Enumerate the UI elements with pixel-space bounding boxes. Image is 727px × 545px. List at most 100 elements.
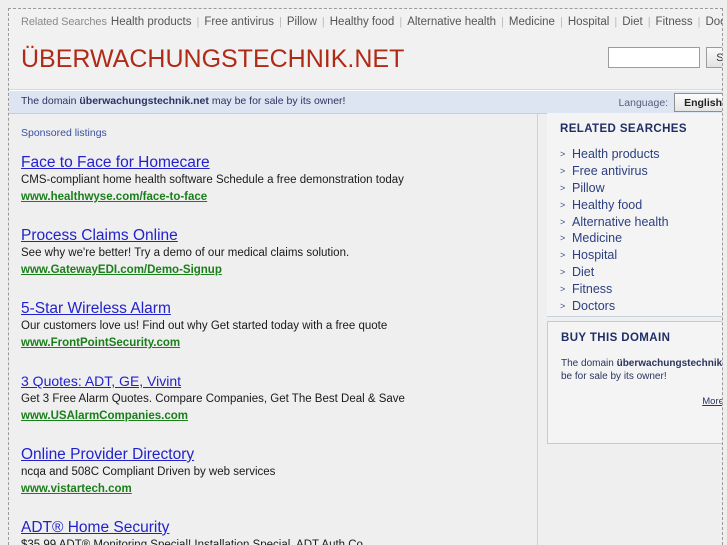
sponsored-listing: 3 Quotes: ADT, GE, Vivint Get 3 Free Alar… — [21, 372, 527, 424]
related-search-item[interactable]: ˃ Doctors — [560, 298, 722, 315]
related-search-link[interactable]: Alternative health — [572, 215, 669, 229]
chevron-bullet-icon: ˃ — [560, 149, 566, 159]
top-nav-link-diet[interactable]: Diet — [621, 16, 643, 28]
banner-domain-name: überwachungstechnik.net — [79, 95, 209, 107]
top-nav-link-healthy-food[interactable]: Healthy food — [329, 16, 396, 28]
buy-domain-text: The domain überwachungstechnik.net may b… — [561, 357, 723, 383]
top-nav-link-hospital[interactable]: Hospital — [567, 16, 611, 28]
listing-title-link[interactable]: ADT® Home Security — [21, 518, 169, 537]
listing-title-link[interactable]: Process Claims Online — [21, 226, 178, 245]
related-search-item[interactable]: ˃ Healthy food — [560, 197, 722, 214]
related-search-item[interactable]: ˃ Pillow — [560, 180, 722, 197]
related-search-link[interactable]: Free antivirus — [572, 164, 648, 178]
listing-url-link[interactable]: www.healthwyse.com/face-to-face — [21, 190, 207, 205]
banner-text-before: The domain — [21, 95, 80, 107]
chevron-bullet-icon: ˃ — [560, 182, 566, 193]
sponsored-listing: Process Claims Online See why we're bette… — [21, 226, 527, 278]
search-input[interactable] — [608, 47, 700, 68]
top-nav-separator: | — [647, 16, 651, 28]
related-search-link[interactable]: Health products — [572, 147, 660, 161]
top-nav-links: Health products | Free antivirus | Pillow | He… — [110, 16, 722, 28]
top-nav-link-alternative-health[interactable]: Alternative health — [406, 16, 497, 28]
sponsored-listing: Online Provider Directory ncqa and 508C C… — [21, 445, 527, 497]
top-nav-separator: | — [278, 16, 282, 28]
listing-title-link[interactable]: 5-Star Wireless Alarm — [21, 299, 171, 318]
chevron-bullet-icon: ˃ — [560, 233, 566, 244]
related-search-item[interactable]: ˃ Fitness — [560, 281, 722, 298]
content-area: Sponsored listings Face to Face for Home… — [9, 113, 722, 545]
related-search-link[interactable]: Pillow — [572, 181, 605, 195]
top-nav-link-fitness[interactable]: Fitness — [655, 16, 694, 28]
listing-title-link[interactable]: 3 Quotes: ADT, GE, Vivint — [21, 372, 181, 391]
top-nav-link-pillow[interactable]: Pillow — [286, 16, 318, 28]
listing-description: Our customers love us! Find out why Get … — [21, 320, 388, 332]
sponsored-listing: 5-Star Wireless Alarm Our customers love … — [21, 299, 527, 351]
sponsored-listing: ADT® Home Security $35.99 ADT® Monitoring… — [21, 518, 527, 545]
domain-for-sale-banner: The domain überwachungstechnik.net may b… — [9, 90, 722, 114]
listing-title-link[interactable]: Online Provider Directory — [21, 445, 194, 464]
chevron-bullet-icon: ˃ — [560, 267, 566, 278]
chevron-bullet-icon: ˃ — [560, 301, 566, 312]
main-column: Sponsored listings Face to Face for Home… — [9, 113, 538, 545]
language-select[interactable]: English — [674, 93, 722, 112]
buy-domain-name: überwachungstechnik.net — [616, 358, 723, 369]
top-nav-separator: | — [196, 16, 200, 28]
listing-url-link[interactable]: www.FrontPointSecurity.com — [21, 336, 180, 351]
related-search-item[interactable]: ˃ Medicine — [560, 230, 722, 247]
listing-description: CMS-compliant home health software Sched… — [21, 174, 404, 186]
related-search-link[interactable]: Hospital — [572, 248, 617, 262]
related-search-item[interactable]: ˃ Free antivirus — [560, 163, 722, 180]
chevron-bullet-icon: ˃ — [560, 216, 566, 227]
listing-title-link[interactable]: Face to Face for Homecare — [21, 153, 210, 172]
related-searches-heading: RELATED SEARCHES — [560, 123, 687, 135]
related-searches-label: Related Searches — [21, 16, 107, 28]
top-nav-separator: | — [321, 16, 325, 28]
chevron-bullet-icon: ˃ — [560, 284, 566, 295]
search-area: Se — [608, 47, 722, 68]
chevron-bullet-icon: ˃ — [560, 250, 566, 261]
buy-this-domain-box: BUY THIS DOMAIN The domain überwachungst… — [547, 321, 723, 444]
language-area: Language: English — [618, 93, 722, 112]
sponsored-listings: Face to Face for Homecare CMS-compliant h… — [21, 153, 527, 545]
listing-url-link[interactable]: www.GatewayEDI.com/Demo-Signup — [21, 263, 222, 278]
related-search-link[interactable]: Diet — [572, 265, 594, 279]
top-nav-link-medicine[interactable]: Medicine — [508, 16, 556, 28]
top-nav-bar: Related Searches Health products | Free an… — [9, 9, 722, 35]
language-label: Language: — [618, 96, 669, 109]
listing-description: $35.99 ADT® Monitoring Special! Installa… — [21, 539, 367, 545]
chevron-bullet-icon: ˃ — [560, 165, 566, 176]
top-nav-separator: | — [697, 16, 701, 28]
top-nav-separator: | — [559, 16, 563, 28]
related-search-item[interactable]: ˃ Health products — [560, 146, 722, 163]
top-nav-separator: | — [399, 16, 403, 28]
banner-text: The domain überwachungstechnik.net may b… — [21, 95, 345, 107]
sidebar: RELATED SEARCHES ˃ Health products ˃ Free a… — [538, 113, 722, 545]
more-details-link[interactable]: More details — [702, 396, 722, 407]
listing-url-link[interactable]: www.vistartech.com — [21, 482, 132, 497]
related-search-link[interactable]: Medicine — [572, 231, 622, 245]
related-search-link[interactable]: Healthy food — [572, 198, 642, 212]
site-title: ÜBERWACHUNGSTECHNIK.NET — [21, 45, 405, 73]
related-search-link[interactable]: Doctors — [572, 299, 615, 313]
listing-description: Get 3 Free Alarm Quotes. Compare Compani… — [21, 393, 405, 405]
page-frame: Related Searches Health products | Free an… — [8, 8, 723, 545]
listing-description: See why we're better! Try a demo of our … — [21, 247, 350, 259]
related-search-item[interactable]: ˃ Hospital — [560, 247, 722, 264]
top-nav-link-health-products[interactable]: Health products — [110, 16, 193, 28]
chevron-bullet-icon: ˃ — [560, 199, 566, 210]
search-button[interactable]: Se — [706, 47, 722, 68]
top-nav-separator: | — [614, 16, 618, 28]
related-searches-box: RELATED SEARCHES ˃ Health products ˃ Free a… — [547, 113, 722, 317]
buy-domain-heading: BUY THIS DOMAIN — [561, 332, 671, 344]
related-search-link[interactable]: Fitness — [572, 282, 612, 296]
top-nav-separator: | — [501, 16, 504, 28]
sponsored-listings-label: Sponsored listings — [21, 127, 107, 139]
related-searches-list: ˃ Health products ˃ Free antivirus ˃ Pillow ˃ H… — [560, 146, 722, 315]
listing-url-link[interactable]: www.USAlarmCompanies.com — [21, 409, 188, 424]
related-search-item[interactable]: ˃ Diet — [560, 264, 722, 281]
top-nav-link-free-antivirus[interactable]: Free antivirus — [203, 16, 275, 28]
top-nav-link-doctors[interactable]: Doctors — [704, 16, 722, 28]
sponsored-listing: Face to Face for Homecare CMS-compliant h… — [21, 153, 527, 205]
related-search-item[interactable]: ˃ Alternative health — [560, 214, 722, 231]
banner-text-after: may be for sale by its owner! — [208, 95, 346, 107]
